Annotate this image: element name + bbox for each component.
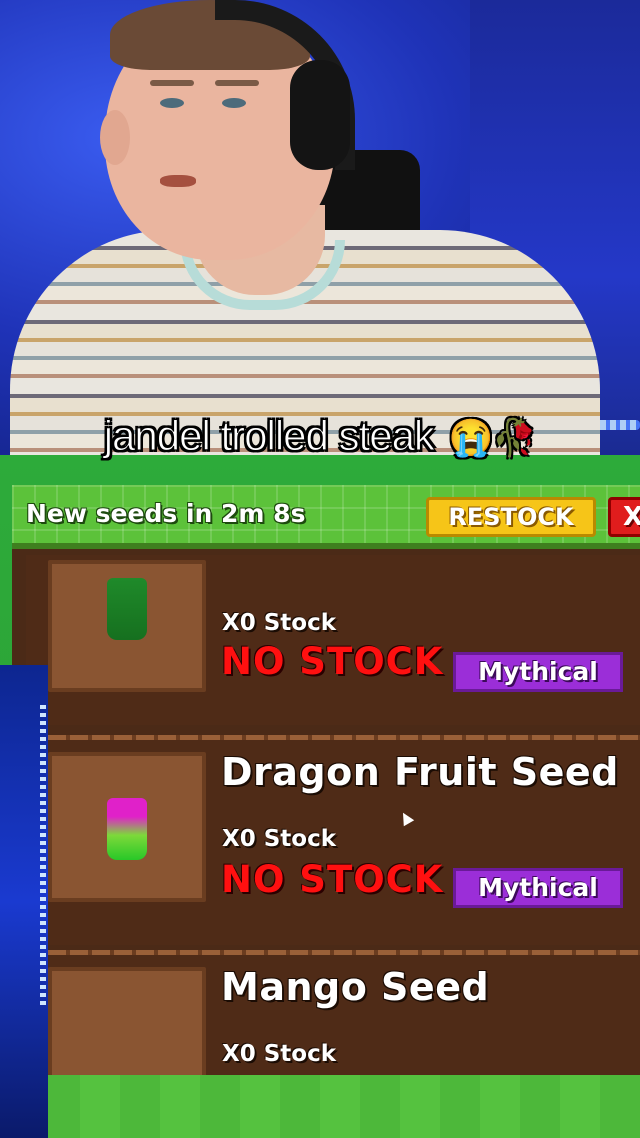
crying-rose-emoji: 😭🥀 — [448, 417, 538, 459]
no-stock-label: NO STOCK — [221, 640, 444, 683]
close-button[interactable]: X — [608, 497, 640, 537]
seed-thumbnail — [48, 560, 206, 692]
seed-stock: X0 Stock — [222, 610, 337, 636]
grass-ground — [0, 1065, 640, 1138]
left-eye — [160, 98, 184, 108]
seed-item-dragon-fruit[interactable]: Dragon Fruit Seed X0 Stock NO STOCK Myth… — [26, 735, 640, 945]
seed-shop-panel: New seeds in 2m 8s RESTOCK X X0 Stock NO… — [12, 485, 640, 1075]
restock-timer: New seeds in 2m 8s — [26, 499, 306, 528]
caption-text: jandel trolled steak — [103, 412, 435, 460]
seed-thumbnail — [48, 752, 206, 902]
seed-name: Mango Seed — [221, 965, 490, 1009]
video-caption: jandel trolled steak 😭🥀 — [0, 412, 640, 460]
dragon-fruit-seed-icon — [107, 798, 147, 860]
headphones-icon — [290, 60, 350, 170]
mouth — [160, 175, 196, 187]
game-screen: New seeds in 2m 8s RESTOCK X X0 Stock NO… — [0, 455, 640, 1138]
seed-item-mango[interactable]: Mango Seed X0 Stock — [26, 950, 640, 1075]
green-seed-icon — [107, 578, 147, 640]
webcam-edge-blur — [0, 665, 48, 1138]
ear — [100, 110, 130, 165]
seed-stock: X0 Stock — [222, 826, 337, 852]
webcam-feed — [0, 0, 640, 460]
seed-item-partial[interactable]: X0 Stock NO STOCK Mythical — [26, 555, 640, 725]
seed-thumbnail — [48, 967, 206, 1075]
seed-stock: X0 Stock — [222, 1041, 337, 1067]
rarity-badge: Mythical — [453, 868, 623, 908]
no-stock-label: NO STOCK — [221, 858, 444, 901]
shop-header: New seeds in 2m 8s RESTOCK X — [12, 485, 640, 549]
seed-list[interactable]: X0 Stock NO STOCK Mythical Dragon Fruit … — [12, 555, 640, 1075]
left-eyebrow — [150, 80, 194, 86]
seed-name: Dragon Fruit Seed — [221, 750, 619, 794]
rarity-badge: Mythical — [453, 652, 623, 692]
restock-button[interactable]: RESTOCK — [426, 497, 596, 537]
